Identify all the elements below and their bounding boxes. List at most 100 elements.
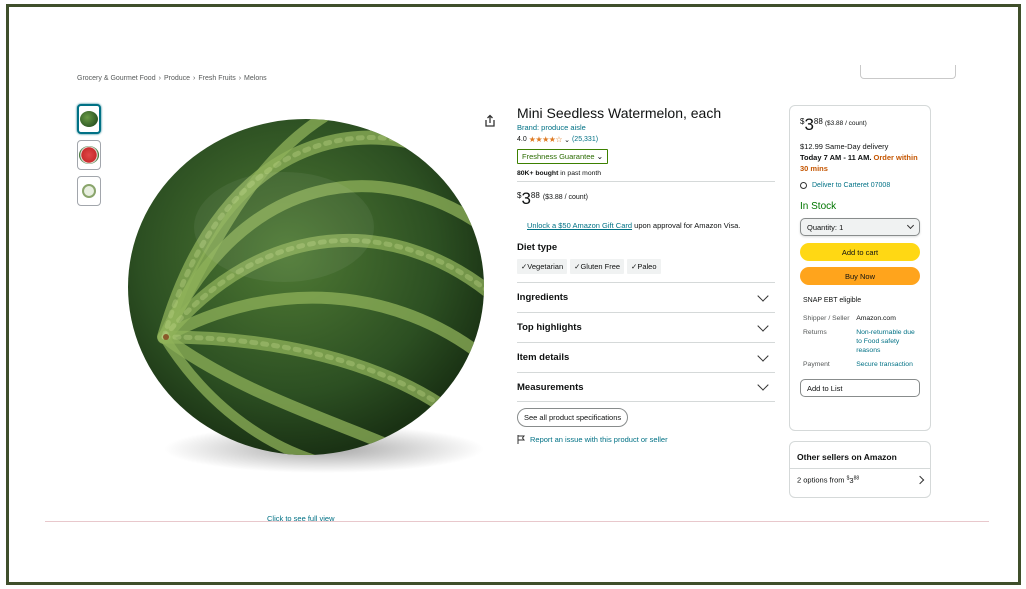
quantity-select[interactable]: Quantity: 1 — [800, 218, 920, 236]
rating-row: 4.0 ★★★★☆ ⌄ (25,331) — [517, 135, 775, 144]
watermelon-whole-icon — [80, 111, 98, 127]
breadcrumb-item[interactable]: Grocery & Gourmet Food — [77, 75, 156, 82]
header-search-stub[interactable] — [860, 65, 956, 79]
divider — [45, 521, 989, 522]
seller-info: Shipper / Seller Amazon.com Returns Non-… — [800, 314, 920, 369]
brand-link[interactable]: Brand: produce aisle — [517, 123, 775, 132]
price-fraction: 88 — [853, 475, 860, 481]
price-whole: 3 — [804, 115, 814, 134]
freshness-label: Freshness Guarantee — [522, 152, 595, 161]
chevron-down-icon — [906, 221, 915, 230]
page-frame: Grocery & Gourmet Food › Produce › Fresh Fru… — [6, 4, 1021, 585]
gift-card-offer: Unlock a $50 Amazon Gift Card upon appro… — [517, 221, 775, 230]
bought-rest: in past month — [558, 170, 602, 177]
options-text: 2 options from — [797, 475, 847, 485]
price-fraction: 88 — [813, 117, 823, 126]
accordion-measurements[interactable]: Measurements — [517, 372, 775, 402]
options-price: $388 — [847, 475, 860, 485]
thumbnail-whole[interactable] — [77, 104, 101, 134]
accordion-label: Measurements — [517, 381, 584, 393]
accordion-label: Top highlights — [517, 322, 582, 333]
freshness-guarantee-badge[interactable]: Freshness Guarantee ⌄ — [517, 149, 609, 164]
thumbnail-strip — [77, 104, 101, 212]
info-value: Amazon.com — [856, 315, 896, 322]
info-row-returns: Returns Non-returnable due to Food safet… — [803, 328, 920, 355]
accordion-top-highlights[interactable]: Top highlights — [517, 312, 775, 342]
quantity-label: Quantity: 1 — [807, 222, 844, 232]
add-to-list-button[interactable]: Add to List — [800, 379, 920, 397]
buybox-price: $ 3 88 ($3.88 / count) — [800, 116, 920, 133]
diet-chips: ✓Vegetarian ✓Gluten Free ✓Paleo — [517, 259, 775, 274]
payment-link[interactable]: Secure transaction — [856, 360, 920, 369]
returns-link[interactable]: Non-returnable due to Food safety reason… — [856, 328, 920, 355]
diet-chip-gluten-free: ✓Gluten Free — [570, 259, 625, 274]
breadcrumb-item[interactable]: Melons — [244, 75, 267, 82]
breadcrumb-item[interactable]: Fresh Fruits — [198, 75, 235, 82]
delivery-window: Today 7 AM - 11 AM. Order within 30 mins — [800, 152, 920, 174]
other-sellers-box: Other sellers on Amazon 2 options from $… — [789, 441, 931, 498]
info-row-payment: Payment Secure transaction — [803, 360, 920, 369]
chevron-down-icon — [757, 319, 769, 332]
buy-now-button[interactable]: Buy Now — [800, 267, 920, 285]
other-sellers-row[interactable]: 2 options from $388 — [790, 469, 930, 491]
chevron-right-icon — [915, 475, 925, 484]
chevron-down-icon — [757, 379, 769, 391]
chevron-down-icon: ⌄ — [596, 152, 604, 161]
snap-ebt-label: SNAP EBT eligible — [803, 297, 862, 304]
deliver-to-label: Deliver to Carteret 07008 — [812, 182, 891, 189]
info-key: Shipper / Seller — [803, 315, 850, 322]
bought-bold: 80K+ bought — [517, 170, 559, 177]
freshness-badge-icon — [82, 184, 96, 198]
price-per-unit: ($3.88 / count) — [824, 120, 867, 127]
add-to-cart-button[interactable]: Add to cart — [800, 243, 920, 261]
deliver-to-link[interactable]: Deliver to Carteret 07008 — [800, 182, 920, 189]
gift-card-link[interactable]: Unlock a $50 Amazon Gift Card — [527, 221, 632, 230]
buy-box: $ 3 88 ($3.88 / count) $12.99 Same-Day d… — [789, 105, 931, 431]
breadcrumb-separator: › — [158, 75, 161, 82]
product-title: Mini Seedless Watermelon, each — [517, 105, 722, 121]
product-image[interactable] — [124, 107, 489, 487]
chevron-down-icon[interactable]: ⌄ — [564, 136, 570, 144]
report-issue-label: Report an issue with this product or sel… — [530, 435, 668, 444]
price: $ 3 88 ($3.88 / count) — [517, 190, 775, 207]
stock-status: In Stock — [800, 201, 837, 212]
chevron-down-icon — [757, 289, 769, 302]
location-pin-icon — [800, 182, 807, 189]
price-whole: 3 — [521, 189, 531, 208]
rating-count-link[interactable]: (25,331) — [572, 136, 598, 143]
breadcrumb: Grocery & Gourmet Food › Produce › Fresh Fru… — [77, 75, 267, 82]
accordion-label: Item details — [517, 352, 570, 363]
delivery-info: $12.99 Same-Day delivery Today 7 AM - 11… — [800, 141, 920, 174]
flag-icon — [517, 435, 525, 444]
watermelon-slice-icon — [79, 146, 99, 164]
gift-card-text: upon approval for Amazon Visa. — [632, 221, 741, 230]
accordion-label: Ingredients — [517, 292, 569, 303]
delivery-line: $12.99 Same-Day delivery — [800, 142, 889, 151]
accordion-ingredients[interactable]: Ingredients — [517, 282, 775, 312]
diet-type-heading: Diet type — [517, 242, 558, 253]
info-row-shipper: Shipper / Seller Amazon.com — [803, 314, 920, 323]
price-fraction: 88 — [530, 191, 540, 200]
thumbnail-badge[interactable] — [77, 176, 101, 206]
delivery-time: Today 7 AM - 11 AM. — [800, 153, 872, 162]
star-rating-icon[interactable]: ★★★★☆ — [529, 135, 563, 144]
see-all-specifications-button[interactable]: See all product specifications — [517, 408, 629, 427]
report-issue-link[interactable]: Report an issue with this product or sel… — [517, 435, 775, 444]
share-icon[interactable] — [483, 114, 497, 128]
diet-chip-vegetarian: ✓Vegetarian — [517, 259, 568, 274]
thumbnail-slice[interactable] — [77, 140, 101, 170]
info-key: Returns — [803, 329, 827, 336]
chevron-down-icon — [757, 349, 769, 362]
breadcrumb-separator: › — [193, 75, 196, 82]
price-per-unit: ($3.88 / count) — [542, 194, 588, 201]
info-key: Payment — [803, 361, 830, 368]
accordion-item-details[interactable]: Item details — [517, 342, 775, 372]
rating-value: 4.0 — [517, 136, 527, 143]
breadcrumb-separator: › — [238, 75, 242, 82]
bought-count: 80K+ bought in past month — [517, 170, 775, 182]
product-details: Mini Seedless Watermelon, each Brand: pr… — [517, 105, 775, 444]
other-sellers-heading: Other sellers on Amazon — [790, 442, 930, 469]
breadcrumb-item[interactable]: Produce — [164, 75, 190, 82]
other-sellers-options: 2 options from $388 — [797, 475, 859, 485]
